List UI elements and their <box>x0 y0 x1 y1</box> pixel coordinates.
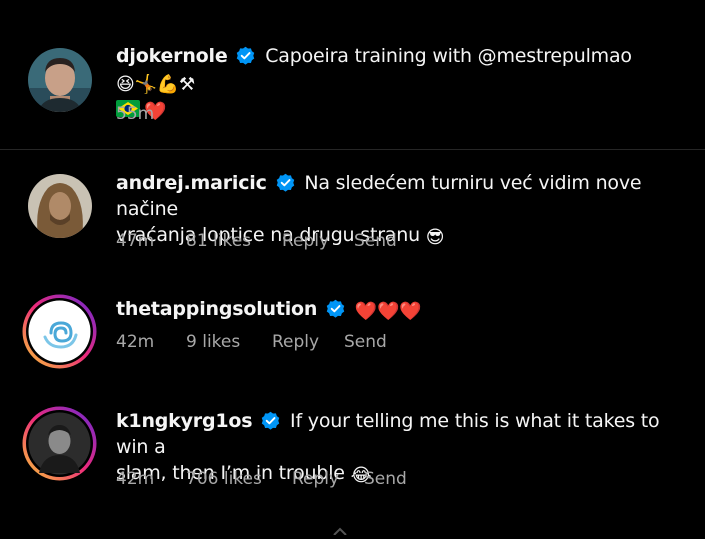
avatar-andrej-maricic[interactable] <box>28 174 92 238</box>
post-caption: djokernole Capoeira training with @mestr… <box>0 0 705 149</box>
comment-meta: 42m 706 likes Reply Send <box>116 468 407 490</box>
comment-timestamp: 42m <box>116 469 155 489</box>
avatar-k1ngkyrg1os[interactable] <box>21 405 98 482</box>
avatar-thetappingsolution[interactable] <box>21 293 98 370</box>
verified-badge-icon <box>326 299 345 318</box>
comment-timestamp: 42m <box>116 332 155 352</box>
username-djokernole[interactable]: djokernole <box>116 45 228 67</box>
caption-emojis: 😆🤸💪⚒ <box>116 74 195 95</box>
caption-text-block: djokernole Capoeira training with @mestr… <box>116 43 696 123</box>
comment-reply-button[interactable]: Reply <box>282 230 354 252</box>
avatar-djokernole[interactable] <box>28 48 92 112</box>
verified-badge-icon <box>276 173 294 192</box>
comment-meta: 42m 9 likes Reply Send <box>116 331 387 353</box>
verified-badge-icon <box>261 411 280 430</box>
scroll-indicator-icon <box>330 520 350 536</box>
comment-send-button[interactable]: Send <box>344 331 387 353</box>
caption-body: Capoeira training with @mestrepulmao <box>265 45 632 67</box>
comment-send-button[interactable]: Send <box>354 230 397 252</box>
comment-hearts: ❤️❤️❤️ <box>354 301 422 322</box>
comment-username[interactable]: andrej.maricic <box>116 172 267 194</box>
comment-timestamp: 47m <box>116 231 155 251</box>
comment-likes-link[interactable]: 9 likes <box>186 331 272 353</box>
comment-likes-link[interactable]: 706 likes <box>186 468 292 490</box>
comment-send-button[interactable]: Send <box>364 468 407 490</box>
verified-badge-icon <box>237 46 255 65</box>
comment-reply-button[interactable]: Reply <box>272 331 344 353</box>
caption-meta: 55m <box>116 103 154 125</box>
comment-username[interactable]: k1ngkyrg1os <box>116 410 253 432</box>
caption-divider <box>0 149 705 150</box>
comment-emoji: 😎 <box>425 227 445 248</box>
comment-meta: 47m 81 likes Reply Send <box>116 230 397 252</box>
comment-likes-link[interactable]: 81 likes <box>186 230 282 252</box>
caption-timestamp: 55m <box>116 104 155 124</box>
comment-reply-button[interactable]: Reply <box>292 468 364 490</box>
comment-username[interactable]: thetappingsolution <box>116 298 317 320</box>
comment-text-block: thetappingsolution ❤️❤️❤️ <box>116 296 696 323</box>
